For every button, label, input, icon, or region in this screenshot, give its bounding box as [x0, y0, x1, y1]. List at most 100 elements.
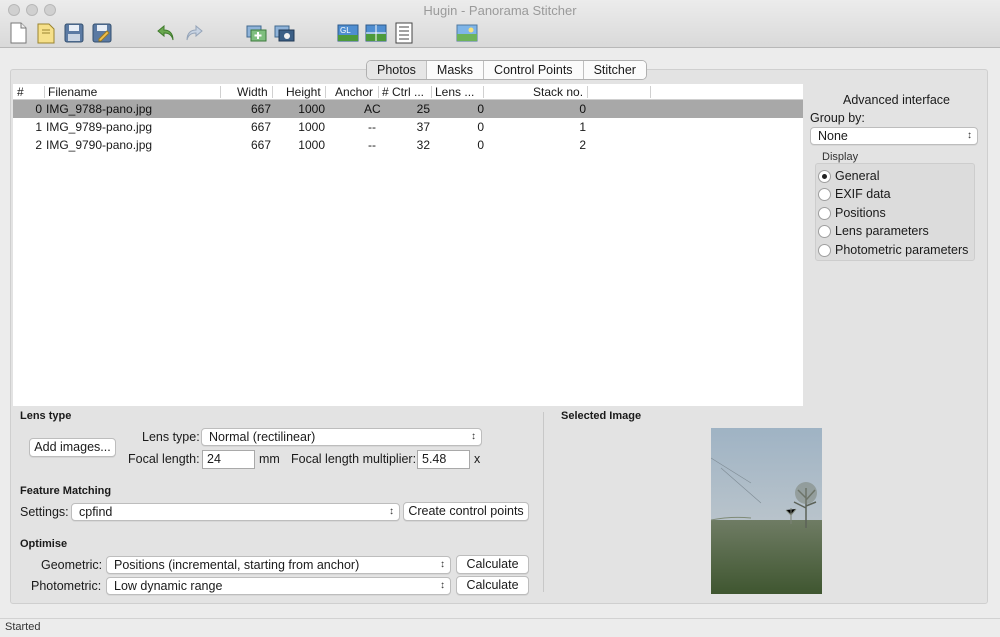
cell-anchor: AC	[364, 102, 381, 116]
cell-height: 1000	[298, 102, 325, 116]
cell-anchor: --	[368, 138, 376, 152]
save-icon[interactable]	[63, 22, 85, 44]
cell-anchor: --	[368, 120, 376, 134]
control-points-icon[interactable]	[456, 22, 478, 44]
group-by-select[interactable]: None ↕	[810, 127, 978, 145]
layout-icon[interactable]	[393, 22, 415, 44]
cell-stack: 2	[579, 138, 586, 152]
chevron-updown-icon: ↕	[471, 431, 476, 442]
group-by-label: Group by:	[810, 111, 865, 125]
radio-button[interactable]	[818, 188, 831, 201]
table-header: # Filename Width Height Anchor # Ctrl ..…	[13, 84, 803, 100]
cell-filename: IMG_9789-pano.jpg	[46, 120, 153, 134]
radio-button[interactable]	[818, 225, 831, 238]
cell-width: 667	[250, 138, 271, 152]
radio-button[interactable]	[818, 244, 831, 257]
col-header-lens[interactable]: Lens ...	[435, 85, 474, 99]
lens-type-heading: Lens type	[20, 410, 72, 422]
preview-icon[interactable]	[365, 22, 387, 44]
table-row[interactable]: 2 IMG_9790-pano.jpg 667 1000 -- 32 0 2	[13, 136, 803, 154]
tab-control-points[interactable]: Control Points	[484, 61, 584, 79]
hugin-window: Hugin - Panorama Stitcher GL Photos Mask…	[0, 0, 1000, 637]
cell-ctrl-points: 32	[416, 138, 430, 152]
tab-stitcher[interactable]: Stitcher	[583, 61, 646, 79]
col-header-filename[interactable]: Filename	[48, 85, 97, 99]
geometric-value: Positions (incremental, starting from an…	[114, 558, 360, 572]
radio-button[interactable]	[818, 207, 831, 220]
cell-height: 1000	[298, 120, 325, 134]
tab-photos[interactable]: Photos	[367, 61, 427, 79]
undo-icon[interactable]	[155, 22, 177, 44]
title-bar: Hugin - Panorama Stitcher GL	[0, 0, 1000, 48]
settings-label: Settings:	[20, 505, 69, 519]
focal-multiplier-unit: x	[474, 452, 481, 466]
cell-num: 1	[35, 120, 42, 134]
lens-type-select[interactable]: Normal (rectilinear) ↕	[201, 428, 482, 446]
focal-multiplier-input[interactable]: 5.48	[417, 450, 470, 469]
cell-width: 667	[250, 120, 271, 134]
col-header-width[interactable]: Width	[237, 85, 268, 99]
chevron-updown-icon: ↕	[440, 559, 445, 570]
cell-height: 1000	[298, 138, 325, 152]
focal-multiplier-label: Focal length multiplier:	[291, 452, 417, 466]
status-bar: Started	[0, 618, 1000, 637]
table-row[interactable]: 1 IMG_9789-pano.jpg 667 1000 -- 37 0 1	[13, 118, 803, 136]
feature-settings-value: cpfind	[79, 505, 113, 519]
cell-ctrl-points: 25	[416, 102, 430, 116]
optimise-heading: Optimise	[20, 538, 68, 550]
cell-lens: 0	[477, 138, 484, 152]
col-header-num[interactable]: #	[17, 85, 24, 99]
selected-image-heading: Selected Image	[561, 410, 642, 422]
images-table[interactable]: # Filename Width Height Anchor # Ctrl ..…	[13, 84, 803, 406]
cell-stack: 1	[579, 120, 586, 134]
section-divider	[543, 412, 544, 592]
cell-filename: IMG_9790-pano.jpg	[46, 138, 153, 152]
window-title: Hugin - Panorama Stitcher	[423, 3, 577, 18]
geometric-label: Geometric:	[41, 558, 103, 572]
geometric-select[interactable]: Positions (incremental, starting from an…	[106, 556, 451, 574]
create-control-points-button[interactable]: Create control points	[403, 502, 529, 521]
advanced-interface-label: Advanced interface	[843, 93, 951, 107]
tab-bar: Photos Masks Control Points Stitcher	[366, 60, 647, 80]
cell-filename: IMG_9788-pano.jpg	[46, 102, 153, 116]
add-images-icon[interactable]	[246, 22, 268, 44]
open-project-icon[interactable]	[35, 22, 57, 44]
col-header-height[interactable]: Height	[286, 85, 321, 99]
selected-image-thumbnail[interactable]	[711, 428, 822, 594]
chevron-updown-icon: ↕	[440, 580, 445, 591]
col-header-stack[interactable]: Stack no.	[533, 85, 583, 99]
radio-button[interactable]	[818, 170, 831, 183]
col-header-anchor[interactable]: Anchor	[335, 85, 373, 99]
radio-label: General	[835, 169, 880, 183]
add-images-button[interactable]: Add images...	[29, 438, 116, 457]
fast-preview-icon[interactable]: GL	[337, 22, 359, 44]
feature-settings-select[interactable]: cpfind ↕	[71, 503, 400, 521]
add-time-series-icon[interactable]	[274, 22, 296, 44]
radio-label: Positions	[835, 206, 886, 220]
focal-length-label: Focal length:	[128, 452, 200, 466]
focal-length-input[interactable]: 24	[202, 450, 255, 469]
cell-ctrl-points: 37	[416, 120, 430, 134]
chevron-updown-icon: ↕	[967, 130, 972, 141]
calculate-photometric-button[interactable]: Calculate	[456, 576, 529, 595]
chevron-updown-icon: ↕	[389, 506, 394, 517]
cell-num: 0	[35, 102, 42, 116]
photometric-label: Photometric:	[31, 579, 102, 593]
cell-num: 2	[35, 138, 42, 152]
lens-type-value: Normal (rectilinear)	[209, 430, 316, 444]
tab-masks[interactable]: Masks	[426, 61, 485, 79]
photometric-select[interactable]: Low dynamic range ↕	[106, 577, 451, 595]
radio-label: Lens parameters	[835, 224, 929, 238]
calculate-geometric-button[interactable]: Calculate	[456, 555, 529, 574]
new-project-icon[interactable]	[7, 22, 29, 44]
radio-label: EXIF data	[835, 187, 891, 201]
cell-stack: 0	[579, 102, 586, 116]
cell-width: 667	[250, 102, 271, 116]
lens-type-label: Lens type:	[142, 430, 200, 444]
col-header-ctrl-points[interactable]: # Ctrl ...	[382, 85, 424, 99]
save-as-icon[interactable]	[91, 22, 113, 44]
group-by-value: None	[818, 129, 848, 143]
redo-icon[interactable]	[183, 22, 205, 44]
table-row[interactable]: 0 IMG_9788-pano.jpg 667 1000 AC 25 0 0	[13, 100, 803, 118]
radio-label: Photometric parameters	[835, 243, 969, 257]
